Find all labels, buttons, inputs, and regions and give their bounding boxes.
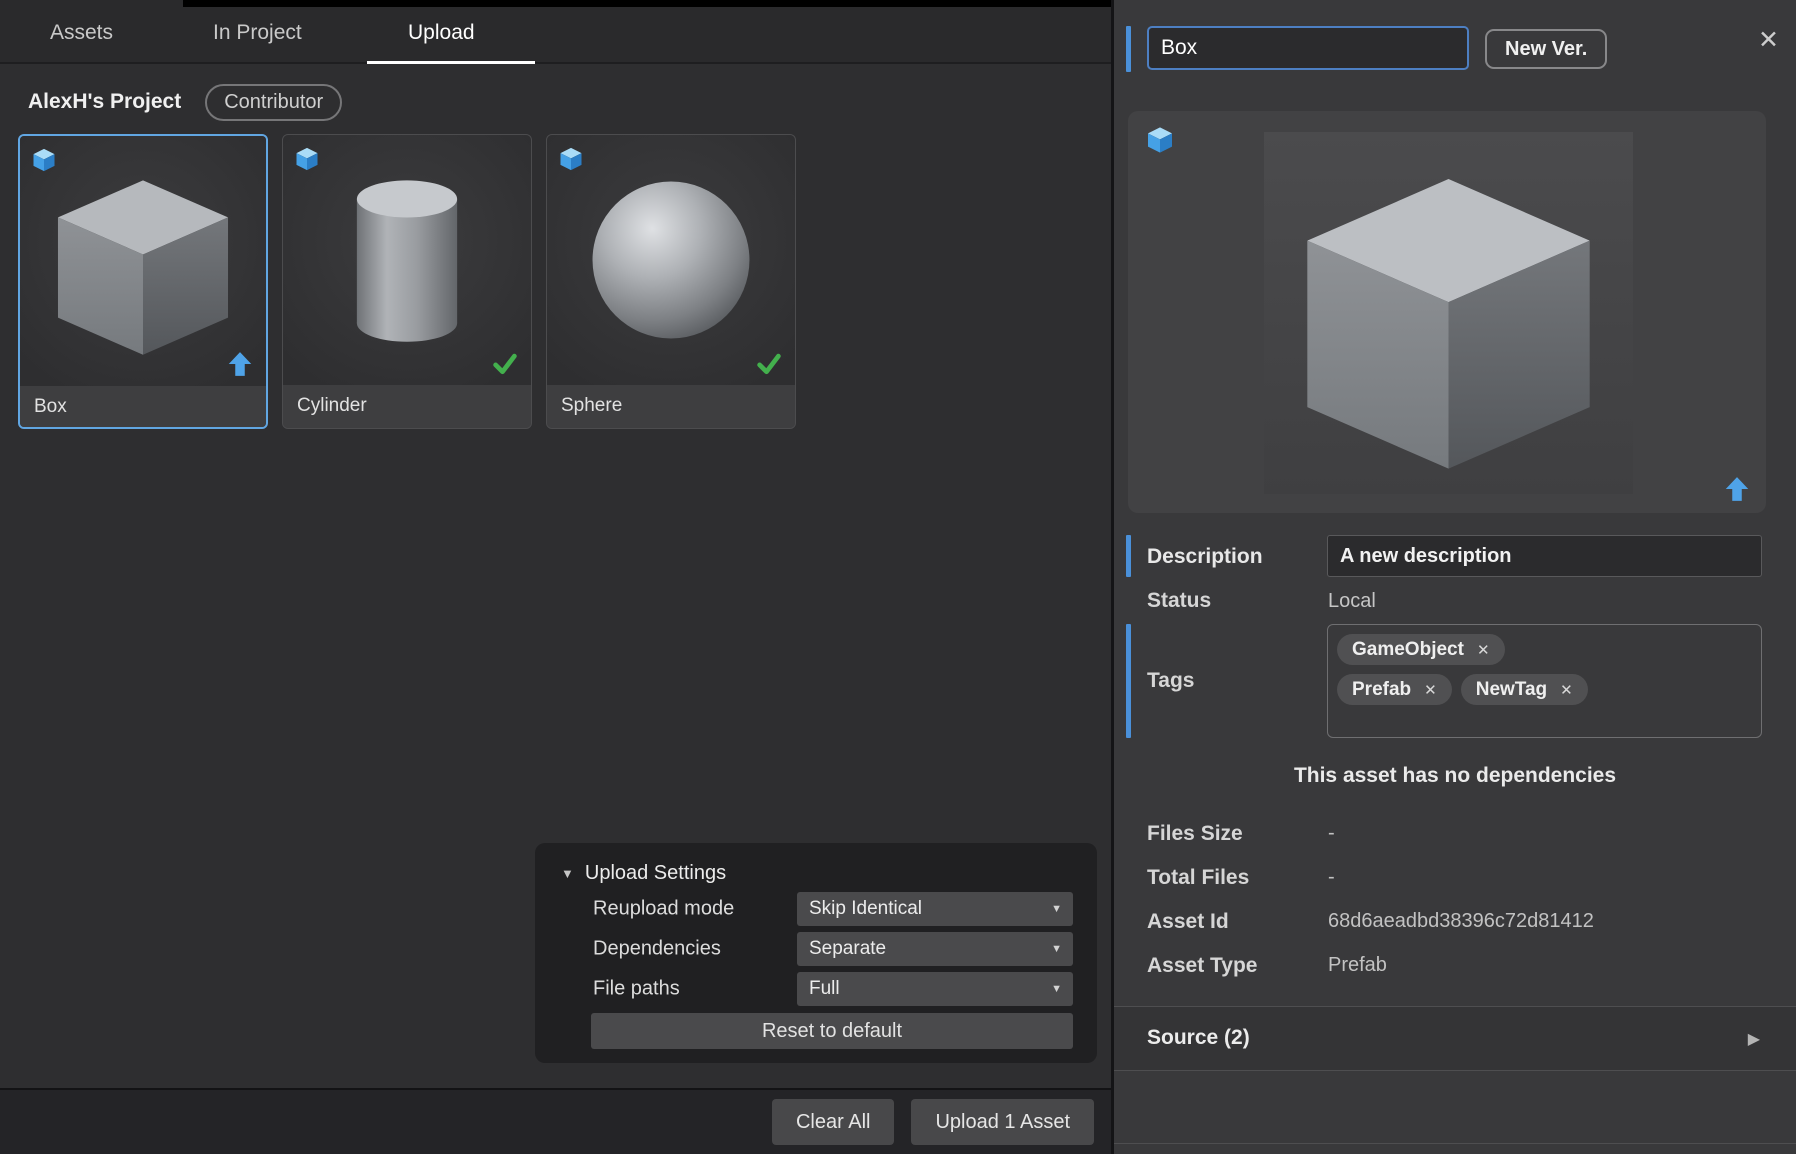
uploaded-check-icon <box>754 348 784 378</box>
file-paths-dropdown[interactable]: Full ▼ <box>797 972 1073 1006</box>
dependencies-dropdown[interactable]: Separate ▼ <box>797 932 1073 966</box>
tags-label: Tags <box>1147 669 1194 693</box>
tag-row: GameObject ✕ <box>1337 634 1752 665</box>
asset-thumbnail <box>283 135 531 385</box>
tab-assets[interactable]: Assets <box>50 0 113 62</box>
upload-assets-button[interactable]: Upload 1 Asset <box>911 1099 1094 1145</box>
files-size-value: - <box>1328 822 1335 845</box>
prefab-cube-icon <box>293 145 321 173</box>
asset-preview-render <box>1264 132 1633 494</box>
clear-all-button[interactable]: Clear All <box>772 1099 894 1145</box>
asset-name-input[interactable] <box>1147 26 1469 70</box>
uploaded-check-icon <box>490 348 520 378</box>
setting-label: Dependencies <box>593 938 721 961</box>
dropdown-value: Full <box>809 978 840 1000</box>
asset-grid: Box Cylinder <box>18 134 796 429</box>
new-version-button[interactable]: New Ver. <box>1485 29 1607 69</box>
tab-in-project[interactable]: In Project <box>213 0 302 62</box>
asset-label: Cylinder <box>283 385 531 429</box>
upload-pending-arrow-icon <box>225 349 255 379</box>
status-label: Status <box>1147 589 1211 613</box>
project-name: AlexH's Project <box>28 90 181 114</box>
asset-type-label: Asset Type <box>1147 954 1258 978</box>
no-dependencies-message: This asset has no dependencies <box>1114 764 1796 788</box>
asset-label: Sphere <box>547 385 795 429</box>
asset-card-cylinder[interactable]: Cylinder <box>282 134 532 429</box>
sphere-render <box>562 151 780 369</box>
modified-field-accent <box>1126 26 1131 72</box>
section-divider <box>1114 1143 1796 1144</box>
modified-field-accent <box>1126 624 1131 738</box>
tag-label: GameObject <box>1352 639 1464 661</box>
bottom-action-bar: Clear All Upload 1 Asset <box>0 1088 1111 1154</box>
asset-thumbnail <box>547 135 795 385</box>
window-top-strip <box>183 0 1111 7</box>
tag-label: Prefab <box>1352 679 1411 701</box>
upload-settings-header[interactable]: ▼ Upload Settings <box>535 857 1097 889</box>
setting-label: File paths <box>593 978 680 1001</box>
project-header: AlexH's Project Contributor <box>28 82 342 122</box>
asset-manager-window: Assets In Project Upload AlexH's Project… <box>0 0 1796 1154</box>
chevron-down-icon: ▼ <box>1051 983 1062 995</box>
asset-preview-card <box>1128 111 1766 513</box>
total-files-value: - <box>1328 866 1335 889</box>
section-divider <box>1114 1070 1796 1071</box>
left-pane: Assets In Project Upload AlexH's Project… <box>0 0 1111 1154</box>
upload-settings-title: Upload Settings <box>585 862 726 885</box>
cylinder-render <box>298 151 516 369</box>
total-files-label: Total Files <box>1147 866 1249 890</box>
tag-chip-prefab[interactable]: Prefab ✕ <box>1337 674 1452 705</box>
asset-id-label: Asset Id <box>1147 910 1229 934</box>
upload-pending-arrow-icon <box>1722 474 1752 504</box>
asset-id-value: 68d6aeadbd38396c72d81412 <box>1328 910 1594 933</box>
tags-container[interactable]: GameObject ✕ Prefab ✕ NewTag ✕ <box>1327 624 1762 738</box>
collapse-caret-icon: ▼ <box>561 866 574 881</box>
tag-chip-newtag[interactable]: NewTag ✕ <box>1461 674 1588 705</box>
dropdown-value: Skip Identical <box>809 898 922 920</box>
box-render <box>34 152 252 370</box>
source-section-header[interactable]: Source (2) ▶ <box>1114 1007 1796 1070</box>
asset-type-value: Prefab <box>1328 954 1387 977</box>
asset-card-box[interactable]: Box <box>18 134 268 429</box>
contributor-badge: Contributor <box>205 84 342 121</box>
chevron-down-icon: ▼ <box>1051 903 1062 915</box>
asset-thumbnail <box>20 136 266 386</box>
close-icon[interactable]: ✕ <box>1758 28 1779 53</box>
remove-tag-icon[interactable]: ✕ <box>1424 681 1437 699</box>
active-tab-indicator <box>367 61 535 64</box>
prefab-cube-icon <box>557 145 585 173</box>
reset-to-default-button[interactable]: Reset to default <box>591 1013 1073 1049</box>
setting-row-reupload-mode: Reupload mode Skip Identical ▼ <box>535 889 1097 929</box>
chevron-right-icon: ▶ <box>1748 1029 1760 1049</box>
asset-label: Box <box>20 386 266 429</box>
upload-settings-panel: ▼ Upload Settings Reupload mode Skip Ide… <box>535 843 1097 1063</box>
dropdown-value: Separate <box>809 938 886 960</box>
tab-upload[interactable]: Upload <box>408 0 475 62</box>
box-render-large <box>1264 132 1633 494</box>
reupload-mode-dropdown[interactable]: Skip Identical ▼ <box>797 892 1073 926</box>
tag-row: Prefab ✕ NewTag ✕ <box>1337 674 1752 705</box>
setting-row-file-paths: File paths Full ▼ <box>535 969 1097 1009</box>
setting-label: Reupload mode <box>593 898 734 921</box>
tab-bar: Assets In Project Upload <box>0 0 1111 64</box>
source-label: Source (2) <box>1147 1026 1250 1050</box>
chevron-down-icon: ▼ <box>1051 943 1062 955</box>
asset-card-sphere[interactable]: Sphere <box>546 134 796 429</box>
tag-label: NewTag <box>1476 679 1547 701</box>
setting-row-dependencies: Dependencies Separate ▼ <box>535 929 1097 969</box>
prefab-cube-icon <box>1144 124 1176 156</box>
remove-tag-icon[interactable]: ✕ <box>1477 641 1490 659</box>
tag-chip-gameobject[interactable]: GameObject ✕ <box>1337 634 1505 665</box>
modified-field-accent <box>1126 535 1131 577</box>
files-size-label: Files Size <box>1147 822 1243 846</box>
inspector-panel: New Ver. ✕ Description Status Local Tags <box>1114 0 1796 1154</box>
description-input[interactable] <box>1327 535 1762 577</box>
status-value: Local <box>1328 590 1376 613</box>
prefab-cube-icon <box>30 146 58 174</box>
description-label: Description <box>1147 545 1263 569</box>
remove-tag-icon[interactable]: ✕ <box>1560 681 1573 699</box>
